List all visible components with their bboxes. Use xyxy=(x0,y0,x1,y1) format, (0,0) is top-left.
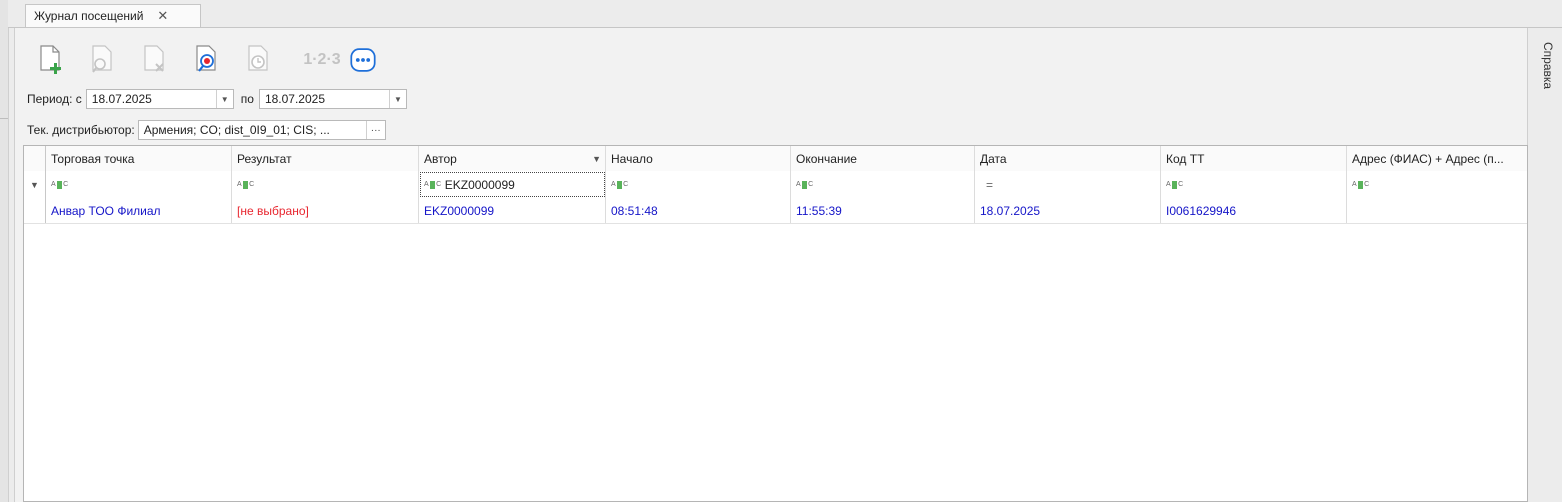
cell-outlet[interactable]: Анвар ТОО Филиал xyxy=(46,198,232,223)
find-document-button[interactable] xyxy=(194,44,220,76)
cell-start[interactable]: 08:51:48 xyxy=(606,198,791,223)
cell-date[interactable]: 18.07.2025 xyxy=(975,198,1161,223)
numbering-label: 1·2·3 xyxy=(303,51,341,68)
row-indicator[interactable] xyxy=(24,198,46,223)
search-cancel-icon xyxy=(196,45,216,72)
more-icon xyxy=(350,48,376,72)
filter-cell[interactable]: AC xyxy=(606,171,791,198)
column-header-label: Автор xyxy=(424,151,457,166)
text-filter-icon: AC xyxy=(51,180,69,189)
cell-end[interactable]: 11:55:39 xyxy=(791,198,975,223)
cell-result[interactable]: [не выбрано] xyxy=(232,198,419,223)
distributor-field[interactable]: Армения; CO; dist_0I9_01; CIS; ... ··· xyxy=(137,120,386,140)
distributor-row: Тек. дистрибьютор: Армения; CO; dist_0I9… xyxy=(27,120,386,140)
column-header[interactable]: Окончание xyxy=(791,146,975,171)
cell-address[interactable] xyxy=(1347,198,1527,223)
filter-cell[interactable]: AC xyxy=(1161,171,1347,198)
table-row[interactable]: Анвар ТОО Филиал [не выбрано] EKZ0000099… xyxy=(24,198,1527,224)
filter-cell[interactable]: AC xyxy=(46,171,232,198)
numbering-button[interactable]: 1·2·3 xyxy=(298,44,346,76)
document-tab-strip: Журнал посещений ✕ xyxy=(8,0,1562,28)
date-from-value: 18.07.2025 xyxy=(91,92,152,106)
text-filter-icon: AC xyxy=(1166,180,1184,189)
tab-visit-journal[interactable]: Журнал посещений ✕ xyxy=(25,4,201,27)
new-document-button[interactable] xyxy=(38,44,64,76)
history-button[interactable] xyxy=(246,44,272,76)
grid-header-row: Торговая точка Результат Автор ▼ Начало … xyxy=(24,146,1527,172)
column-header[interactable]: Код ТТ xyxy=(1161,146,1347,171)
column-header[interactable]: Начало xyxy=(606,146,791,171)
period-row: Период: с 18.07.2025 ▼ по 18.07.2025 ▼ xyxy=(27,89,407,109)
open-document-button[interactable] xyxy=(90,44,116,76)
filter-cell[interactable]: AC xyxy=(791,171,975,198)
filter-cell[interactable]: AC xyxy=(232,171,419,198)
column-header[interactable]: Дата xyxy=(975,146,1161,171)
chevron-down-icon[interactable]: ▼ xyxy=(215,90,233,108)
ellipsis-button[interactable]: ··· xyxy=(365,121,385,139)
column-header[interactable]: Результат xyxy=(232,146,419,171)
new-document-icon xyxy=(40,45,61,74)
date-from-field[interactable]: 18.07.2025 ▼ xyxy=(85,89,234,109)
column-header[interactable]: Торговая точка xyxy=(46,146,232,171)
left-edge-bar xyxy=(0,0,9,502)
text-filter-icon: AC xyxy=(1352,180,1370,189)
clock-document-icon xyxy=(248,45,268,71)
grid-filter-row: ▼ AC AC A C EKZ0000099 AC AC = AC AC xyxy=(24,171,1527,199)
filter-cell[interactable]: AC xyxy=(1347,171,1527,198)
delete-document-button[interactable] xyxy=(142,44,168,76)
filter-cell-author[interactable]: A C EKZ0000099 xyxy=(419,171,606,198)
cell-author[interactable]: EKZ0000099 xyxy=(419,198,606,223)
more-actions-button[interactable] xyxy=(350,44,376,76)
equals-filter-icon: = xyxy=(986,177,994,192)
text-filter-icon: AC xyxy=(424,180,442,189)
column-header[interactable]: Адрес (ФИАС) + Адрес (п... xyxy=(1347,146,1527,171)
author-filter-value: EKZ0000099 xyxy=(444,177,515,192)
help-panel-tab[interactable]: Справка xyxy=(1541,42,1555,89)
filter-funnel-icon[interactable]: ▼ xyxy=(592,154,601,164)
cell-code[interactable]: I0061629946 xyxy=(1161,198,1347,223)
text-filter-icon: AC xyxy=(611,180,629,189)
chevron-down-icon[interactable]: ▼ xyxy=(388,90,406,108)
row-indicator-header xyxy=(24,146,46,171)
view-document-icon xyxy=(92,45,112,73)
period-to-label: по xyxy=(240,92,254,106)
text-filter-icon: AC xyxy=(237,180,255,189)
distributor-label: Тек. дистрибьютор: xyxy=(27,123,135,137)
visits-grid: Торговая точка Результат Автор ▼ Начало … xyxy=(23,145,1528,502)
toolbar: 1·2·3 xyxy=(38,42,376,78)
right-side-panel: Справка xyxy=(1529,28,1562,502)
column-header-author[interactable]: Автор ▼ xyxy=(419,146,606,171)
tab-title: Журнал посещений xyxy=(34,9,144,23)
date-to-field[interactable]: 18.07.2025 ▼ xyxy=(258,89,407,109)
delete-document-icon xyxy=(144,45,164,72)
distributor-value: Армения; CO; dist_0I9_01; CIS; ... xyxy=(143,123,330,137)
close-icon[interactable]: ✕ xyxy=(157,8,168,24)
filter-row-icon: ▼ xyxy=(24,171,46,198)
period-from-label: Период: с xyxy=(27,92,82,106)
filter-cell-date[interactable]: = xyxy=(975,171,1161,198)
text-filter-icon: AC xyxy=(796,180,814,189)
date-to-value: 18.07.2025 xyxy=(264,92,325,106)
